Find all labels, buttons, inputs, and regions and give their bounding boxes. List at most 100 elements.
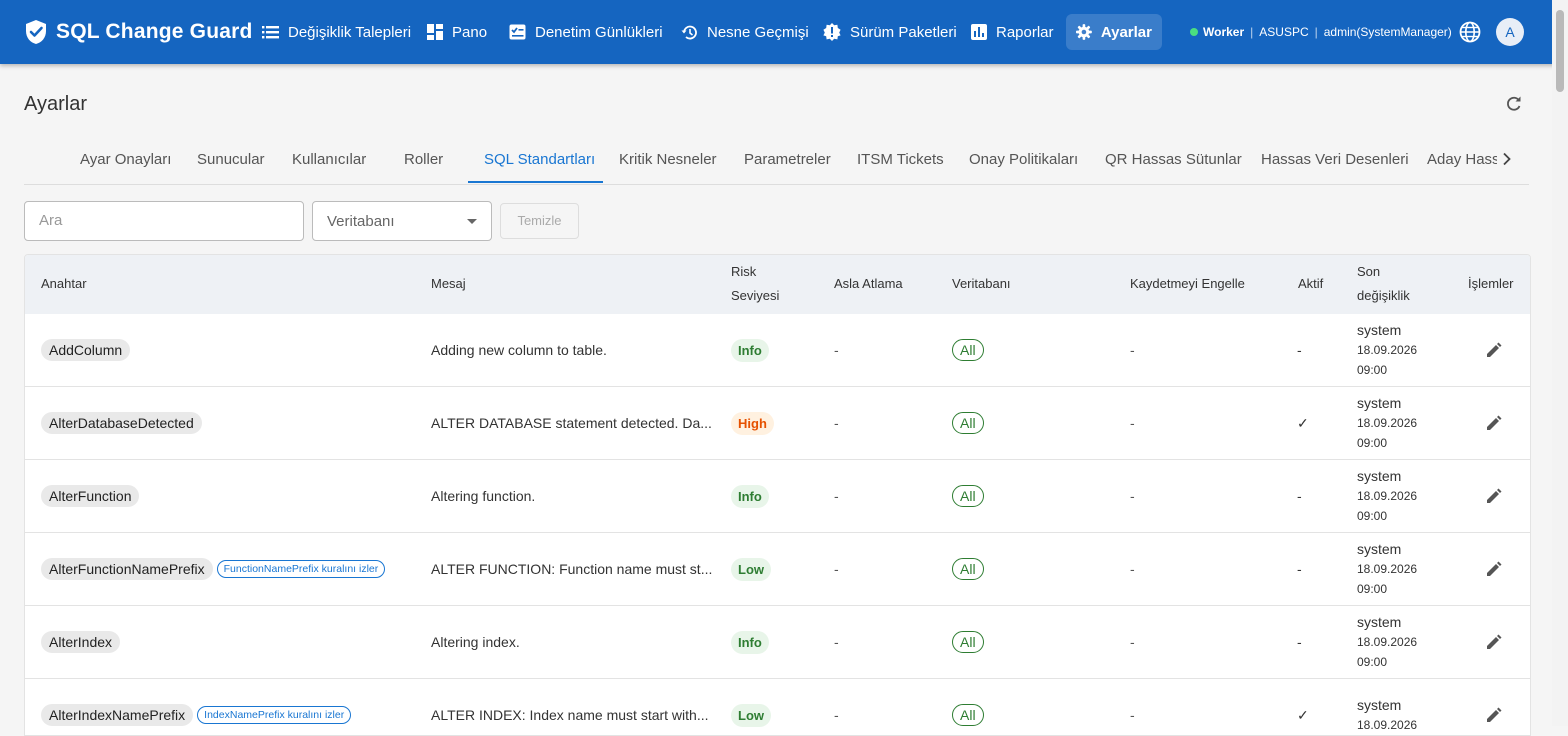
tab-sensitive-data-patterns[interactable]: Hassas Veri Desenleri	[1261, 138, 1409, 184]
active-cell: ✓	[1297, 706, 1309, 723]
database-cell: All	[952, 387, 984, 459]
refresh-button[interactable]	[1505, 95, 1522, 117]
app-title: SQL Change Guard	[56, 20, 253, 43]
scrollbar-thumb[interactable]	[1556, 10, 1564, 92]
last-modified-cell: system 18.09.2026 09:00	[1357, 387, 1417, 459]
active-cell: -	[1297, 342, 1302, 358]
gear-icon	[1076, 24, 1092, 40]
active-cell: -	[1297, 561, 1302, 577]
modified-date: 18.09.2026	[1357, 562, 1418, 576]
tabs-scroll-right-button[interactable]	[1502, 152, 1512, 171]
tab-overflow-clip: Aday Hass	[1427, 138, 1497, 183]
search-input[interactable]: Ara	[24, 201, 304, 241]
nav-label: Değişiklik Talepleri	[288, 23, 412, 41]
col-last-modified[interactable]: Son değişiklik	[1357, 260, 1410, 308]
nav-dashboard[interactable]: Pano	[427, 14, 487, 50]
pencil-icon	[1487, 415, 1502, 430]
tab-parameters[interactable]: Parametreler	[744, 138, 831, 184]
database-cell: All	[952, 533, 984, 605]
page-title: Ayarlar	[24, 93, 87, 115]
message-cell: ALTER DATABASE statement detected. Da...	[431, 415, 712, 431]
clear-filters-button[interactable]: Temizle	[500, 203, 579, 239]
nav-object-history[interactable]: Nesne Geçmişi	[681, 14, 809, 50]
edit-button[interactable]	[1485, 606, 1503, 678]
nav-label: Ayarlar	[1100, 23, 1152, 41]
tab-servers[interactable]: Sunucular	[197, 138, 265, 184]
database-chip: All	[952, 485, 984, 507]
nav-reports[interactable]: Raporlar	[971, 14, 1054, 50]
never-skip-cell: -	[834, 488, 839, 504]
tab-users[interactable]: Kullanıcılar	[292, 138, 366, 184]
col-active[interactable]: Aktif	[1298, 272, 1323, 296]
tab-roles[interactable]: Roller	[404, 138, 443, 184]
col-never-skip[interactable]: Asla Atlama	[834, 272, 903, 296]
col-message[interactable]: Mesaj	[431, 272, 466, 296]
nav-label: Raporlar	[996, 23, 1054, 41]
worker-status-dot	[1190, 28, 1198, 36]
pencil-icon	[1487, 707, 1502, 722]
table-row[interactable]: AlterIndex Altering index. Info - All - - syste…	[25, 606, 1530, 679]
edit-button[interactable]	[1485, 387, 1503, 459]
edit-button[interactable]	[1485, 460, 1503, 532]
col-database[interactable]: Veritabanı	[952, 272, 1011, 296]
last-modified-cell: system 18.09.2026 09:00	[1357, 606, 1417, 678]
table-row[interactable]: AddColumn Adding new column to table. Info…	[25, 314, 1530, 387]
key-cell: AlterFunctionNamePrefix FunctionNamePrefi…	[41, 533, 386, 605]
table-row[interactable]: AlterFunctionNamePrefix FunctionNamePrefi…	[25, 533, 1530, 606]
edit-button[interactable]	[1485, 533, 1503, 605]
database-select[interactable]: Veritabanı	[312, 201, 492, 241]
tab-itsm-tickets[interactable]: ITSM Tickets	[857, 138, 944, 184]
page-scrollbar[interactable]	[1552, 0, 1568, 726]
risk-cell: High	[731, 387, 774, 459]
nav-settings[interactable]: Ayarlar	[1066, 14, 1162, 50]
never-skip-cell: -	[834, 561, 839, 577]
tab-candidate-sensitive[interactable]: Aday Hass	[1427, 138, 1497, 183]
active-tab-indicator	[468, 181, 603, 183]
modified-by: system	[1357, 322, 1402, 338]
avatar[interactable]: A	[1496, 18, 1524, 46]
table-row[interactable]: AlterFunction Altering function. Info - All -…	[25, 460, 1530, 533]
table-row[interactable]: AlterIndexNamePrefix IndexNamePrefix kura…	[25, 679, 1530, 735]
nav-audit-logs[interactable]: Denetim Günlükleri	[509, 14, 663, 50]
modified-by: system	[1357, 697, 1402, 713]
separator: |	[1314, 25, 1318, 39]
table-header: Anahtar Mesaj Risk Seviyesi Asla Atlama …	[25, 255, 1530, 315]
nav-label: Denetim Günlükleri	[535, 23, 663, 41]
last-modified-cell: system 18.09.2026 09:00	[1357, 533, 1417, 605]
nav-release-packages[interactable]: Sürüm Paketleri	[823, 14, 957, 50]
table-row[interactable]: AlterDatabaseDetected ALTER DATABASE stat…	[25, 387, 1530, 460]
modified-time: 09:00	[1357, 509, 1388, 523]
col-key[interactable]: Anahtar	[41, 272, 87, 296]
edit-button[interactable]	[1485, 679, 1503, 735]
sql-standards-table: Anahtar Mesaj Risk Seviyesi Asla Atlama …	[24, 254, 1531, 736]
settings-tabs: Ayar Onayları Sunucular Kullanıcılar Rol…	[24, 138, 1529, 185]
tab-qr-sensitive-columns[interactable]: QR Hassas Sütunlar	[1105, 138, 1242, 184]
last-modified-cell: system 18.09.2026 09:00	[1357, 460, 1417, 532]
pencil-icon	[1487, 342, 1502, 357]
database-chip: All	[952, 704, 984, 726]
key-chip: AlterFunctionNamePrefix	[41, 558, 213, 580]
tab-critical-objects[interactable]: Kritik Nesneler	[619, 138, 717, 184]
modified-time: 09:00	[1357, 655, 1388, 669]
separator: |	[1250, 25, 1254, 39]
modified-date: 18.09.2026	[1357, 718, 1418, 732]
modified-time: 09:00	[1357, 436, 1388, 450]
block-save-cell: -	[1130, 634, 1135, 650]
tab-sql-standards[interactable]: SQL Standartları	[484, 138, 595, 184]
risk-cell: Low	[731, 679, 771, 735]
risk-badge: Info	[731, 630, 769, 654]
language-button[interactable]	[1459, 21, 1481, 48]
brand[interactable]: SQL Change Guard	[24, 19, 253, 45]
tab-settings-approvals[interactable]: Ayar Onayları	[80, 138, 171, 184]
col-block-save[interactable]: Kaydetmeyi Engelle	[1130, 272, 1245, 296]
col-risk[interactable]: Risk Seviyesi	[731, 260, 779, 308]
key-chip: AddColumn	[41, 339, 131, 361]
modified-date: 18.09.2026	[1357, 489, 1418, 503]
tab-approval-policies[interactable]: Onay Politikaları	[969, 138, 1078, 184]
last-modified-cell: system 18.09.2026 09:00	[1357, 314, 1417, 386]
modified-by: system	[1357, 614, 1402, 630]
nav-change-requests[interactable]: Değişiklik Talepleri	[262, 14, 411, 50]
edit-button[interactable]	[1485, 314, 1503, 386]
database-chip: All	[952, 631, 984, 653]
nav-label: Nesne Geçmişi	[707, 23, 809, 41]
